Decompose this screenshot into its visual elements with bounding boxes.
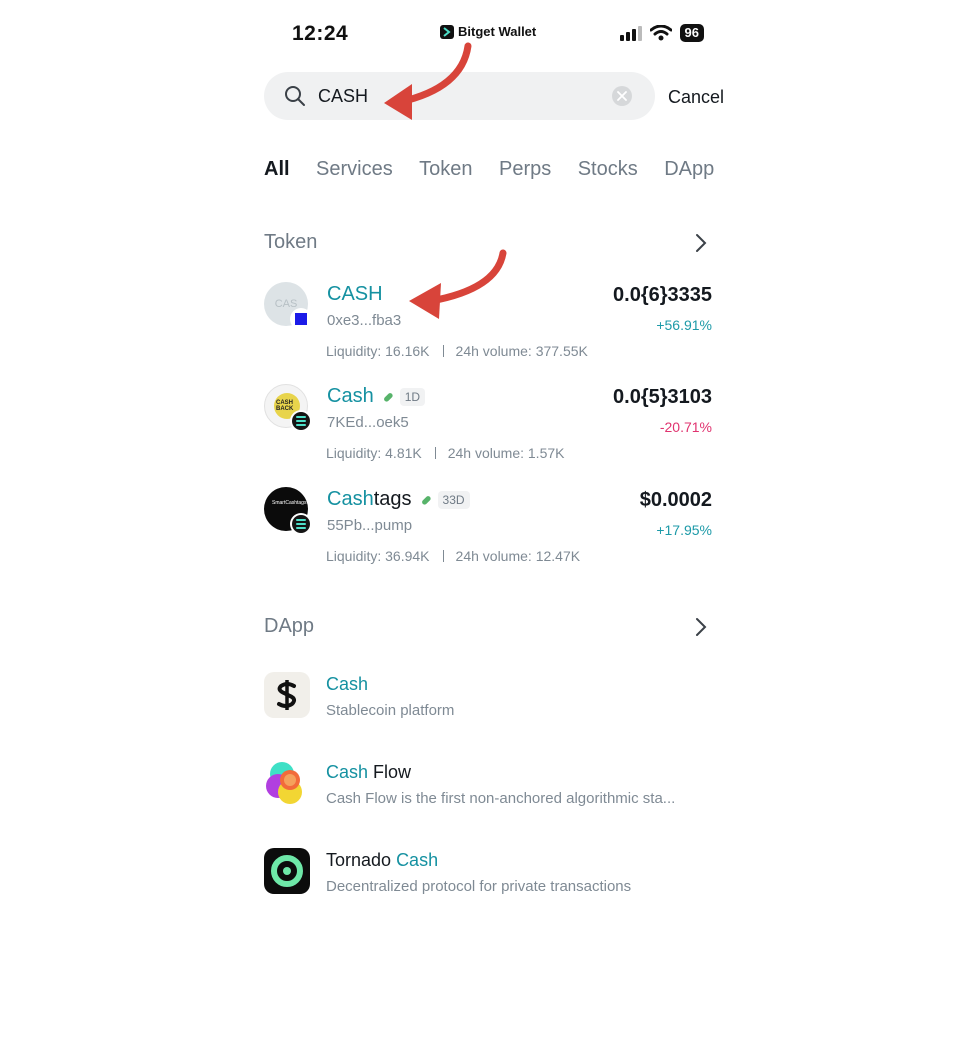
- annotation-arrow-icon: [409, 249, 507, 319]
- token-liquidity: Liquidity: 4.81K: [326, 445, 422, 461]
- token-address: 7KEd...oek5: [327, 414, 409, 431]
- ethereum-chain-icon: [290, 308, 312, 330]
- token-stats: Liquidity: 16.16K 24h volume: 377.55K: [326, 343, 588, 359]
- status-time: 12:24: [292, 22, 349, 45]
- search-row: Cancel: [264, 72, 734, 122]
- dapp-section-title: DApp: [264, 615, 315, 637]
- battery-indicator: 96: [679, 24, 704, 42]
- token-avatar-text: SmartCashtags: [272, 500, 307, 506]
- clear-search-icon[interactable]: [612, 86, 632, 106]
- dapp-name-highlight: Cash: [326, 762, 369, 782]
- token-age-badge: 1D: [399, 387, 426, 406]
- tab-stocks[interactable]: Stocks: [578, 158, 638, 181]
- dapp-name-prefix: Tornado: [326, 850, 397, 870]
- token-volume: 24h volume: 377.55K: [455, 343, 588, 359]
- tab-all[interactable]: All: [264, 158, 290, 181]
- search-icon: [285, 86, 305, 106]
- token-change: +17.95%: [656, 522, 712, 538]
- chevron-right-icon[interactable]: [694, 232, 708, 254]
- annotation-arrow-icon: [384, 42, 472, 120]
- token-price: 0.0{5}3103: [613, 386, 712, 408]
- dapp-name: Cash: [326, 674, 368, 695]
- token-name: CASH: [327, 283, 383, 306]
- token-name-highlight: CASH: [327, 283, 383, 305]
- dapp-description: Stablecoin platform: [326, 702, 455, 719]
- dapp-description: Cash Flow is the first non-anchored algo…: [326, 790, 676, 807]
- token-liquidity: Liquidity: 36.94K: [326, 548, 430, 564]
- status-bar: 12:24 Bitget Wallet 96: [264, 18, 712, 48]
- token-name: Cashtags 33D: [327, 488, 470, 511]
- app-badge: Bitget Wallet: [440, 24, 536, 39]
- token-price: $0.0002: [639, 489, 712, 511]
- dapp-row[interactable]: Tornado Cash Decentralized protocol for …: [264, 848, 724, 896]
- bitget-logo-icon: [440, 24, 454, 39]
- token-name: Cash 1D: [327, 385, 426, 408]
- token-change: +56.91%: [656, 317, 712, 333]
- dollar-sign-icon: [264, 672, 310, 718]
- dapp-name-highlight: Cash: [396, 850, 439, 870]
- token-age-badge: 33D: [437, 490, 470, 509]
- token-volume: 24h volume: 12.47K: [455, 548, 581, 564]
- dapp-description: Decentralized protocol for private trans…: [326, 878, 632, 895]
- dapp-name: Tornado Cash: [326, 850, 438, 871]
- solana-chain-icon: [290, 410, 312, 432]
- token-address: 0xe3...fba3: [327, 312, 402, 329]
- pill-icon: [421, 495, 431, 505]
- token-avatar-text: CAS: [274, 298, 298, 310]
- token-section-title: Token: [264, 231, 318, 253]
- token-name-rest: tags: [373, 488, 412, 510]
- dapp-name-highlight: Cash: [326, 674, 369, 694]
- token-change: -20.71%: [659, 419, 712, 435]
- token-row[interactable]: SmartCashtags Cashtags 33D 55Pb...pump $0…: [264, 487, 712, 577]
- cancel-button[interactable]: Cancel: [668, 87, 724, 108]
- tornado-logo-icon: [264, 848, 310, 894]
- token-volume: 24h volume: 1.57K: [447, 445, 565, 461]
- token-stats: Liquidity: 4.81K 24h volume: 1.57K: [326, 445, 564, 461]
- wifi-icon: [649, 25, 672, 41]
- chevron-right-icon[interactable]: [694, 616, 708, 638]
- dapp-name-suffix: Flow: [368, 762, 412, 782]
- pill-icon: [383, 392, 393, 402]
- stats-divider: [442, 345, 444, 357]
- token-name-highlight: Cash: [327, 385, 374, 407]
- token-price: 0.0{6}3335: [613, 284, 712, 306]
- dapp-row[interactable]: Cash Stablecoin platform: [264, 672, 724, 720]
- stats-divider: [434, 447, 436, 459]
- cash-flow-logo-icon: [266, 762, 302, 804]
- filter-tabs: All Services Token Perps Stocks DApp: [264, 158, 738, 184]
- token-row[interactable]: CASH BACK Cash 1D 7KEd...oek5 0.0{5}3103 …: [264, 384, 712, 474]
- token-liquidity: Liquidity: 16.16K: [326, 343, 430, 359]
- dapp-name: Cash Flow: [326, 762, 411, 783]
- solana-chain-icon: [290, 513, 312, 535]
- dapp-row[interactable]: Cash Flow Cash Flow is the first non-anc…: [264, 760, 724, 808]
- token-name-highlight: Cash: [327, 488, 374, 510]
- dapp-section-header[interactable]: DApp: [264, 615, 712, 641]
- cellular-signal-icon: [619, 25, 642, 41]
- tab-dapp[interactable]: DApp: [664, 158, 714, 181]
- tab-token[interactable]: Token: [419, 158, 472, 181]
- token-address: 55Pb...pump: [327, 517, 413, 534]
- tab-perps[interactable]: Perps: [499, 158, 551, 181]
- status-icons: 96: [619, 24, 704, 42]
- stats-divider: [442, 550, 444, 562]
- token-stats: Liquidity: 36.94K 24h volume: 12.47K: [326, 548, 580, 564]
- tab-services[interactable]: Services: [316, 158, 393, 181]
- app-badge-label: Bitget Wallet: [458, 24, 537, 39]
